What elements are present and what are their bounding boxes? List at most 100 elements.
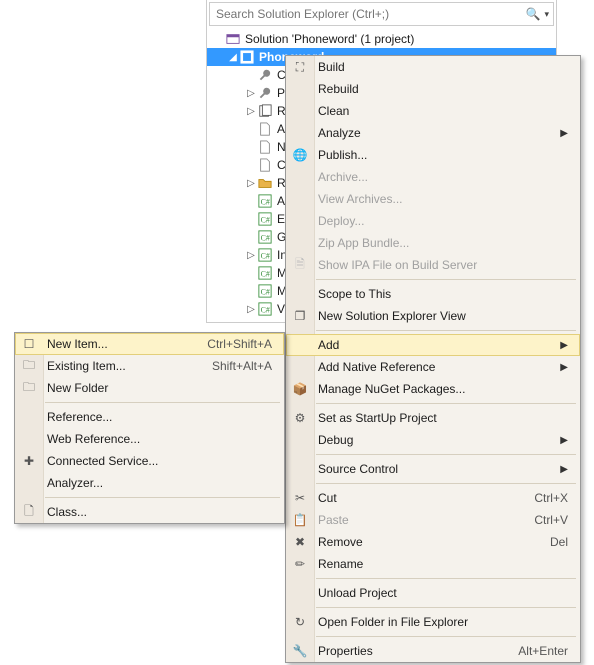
separator: [316, 403, 576, 404]
menu-label: Show IPA File on Build Server: [318, 258, 568, 272]
menu-class[interactable]: 🗋 Class...: [15, 501, 284, 523]
svg-text:C#: C#: [261, 234, 270, 243]
shortcut: Ctrl+X: [514, 491, 568, 505]
menu-connected-svc[interactable]: ✚Connected Service...: [15, 450, 284, 472]
menu-set-startup[interactable]: ⚙Set as StartUp Project: [286, 407, 580, 429]
item-icon: C#: [257, 247, 273, 263]
expand-icon[interactable]: ▷: [245, 250, 257, 261]
menu-unload-project[interactable]: Unload Project: [286, 582, 580, 604]
separator: [316, 330, 576, 331]
menu-label: Properties: [318, 644, 498, 658]
shortcut: Del: [530, 535, 568, 549]
item-icon: C#: [257, 283, 273, 299]
separator: [45, 402, 280, 403]
menu-deploy: Deploy...: [286, 210, 580, 232]
item-icon: [257, 67, 273, 83]
expand-icon[interactable]: ▷: [245, 106, 257, 117]
solution-node[interactable]: Solution 'Phoneword' (1 project): [207, 30, 556, 48]
project-icon: [239, 49, 255, 65]
menu-add-native-ref[interactable]: Add Native Reference▶: [286, 356, 580, 378]
expand-icon[interactable]: ◢: [227, 52, 239, 63]
menu-existing-item[interactable]: 🗀Existing Item...Shift+Alt+A: [15, 355, 284, 377]
menu-label: Scope to This: [318, 287, 568, 301]
separator: [316, 483, 576, 484]
new-folder-icon: 🗀: [19, 378, 39, 399]
window-icon: ❐: [290, 309, 310, 323]
menu-rename[interactable]: ✏Rename: [286, 553, 580, 575]
menu-open-folder[interactable]: ↻Open Folder in File Explorer: [286, 611, 580, 633]
menu-analyze[interactable]: Analyze▶: [286, 122, 580, 144]
menu-label: Publish...: [318, 148, 568, 162]
doc-icon: 🗎: [290, 255, 310, 276]
menu-label: Analyzer...: [47, 476, 272, 490]
menu-label: Debug: [318, 433, 552, 447]
menu-new-se-view[interactable]: ❐ New Solution Explorer View: [286, 305, 580, 327]
svg-text:C#: C#: [261, 288, 270, 297]
menu-label: Reference...: [47, 410, 272, 424]
separator: [316, 607, 576, 608]
wrench-icon: 🔧: [290, 644, 310, 658]
menu-publish[interactable]: 🌐Publish...: [286, 144, 580, 166]
item-icon: [257, 175, 273, 191]
menu-remove[interactable]: ✖RemoveDel: [286, 531, 580, 553]
menu-cut[interactable]: ✂CutCtrl+X: [286, 487, 580, 509]
menu-manage-nuget[interactable]: 📦Manage NuGet Packages...: [286, 378, 580, 400]
item-icon: [257, 103, 273, 119]
submenu-arrow-icon: ▶: [552, 435, 568, 446]
menu-new-item[interactable]: ☐New Item...Ctrl+Shift+A: [15, 333, 284, 355]
item-icon: [257, 139, 273, 155]
menu-build[interactable]: ⛶Build: [286, 56, 580, 78]
menu-source-control[interactable]: Source Control▶: [286, 458, 580, 480]
menu-new-folder[interactable]: 🗀 New Folder: [15, 377, 284, 399]
shortcut: Ctrl+Shift+A: [187, 337, 272, 351]
menu-label: Open Folder in File Explorer: [318, 615, 568, 629]
item-icon: C#: [257, 211, 273, 227]
svg-text:C#: C#: [261, 198, 270, 207]
item-icon: [257, 121, 273, 137]
menu-label: New Solution Explorer View: [318, 309, 568, 323]
menu-label: Class...: [47, 505, 272, 519]
solution-icon: [225, 31, 241, 47]
menu-label: Web Reference...: [47, 432, 272, 446]
submenu-arrow-icon: ▶: [552, 340, 568, 351]
connected-icon: ✚: [19, 454, 39, 468]
menu-archive: Archive...: [286, 166, 580, 188]
shortcut: Shift+Alt+A: [192, 359, 272, 373]
class-icon: 🗋: [19, 502, 39, 523]
menu-label: Deploy...: [318, 214, 568, 228]
menu-add[interactable]: Add▶: [286, 334, 580, 356]
menu-debug[interactable]: Debug▶: [286, 429, 580, 451]
expand-icon[interactable]: ▷: [245, 178, 257, 189]
menu-reference[interactable]: Reference...: [15, 406, 284, 428]
add-submenu: ☐New Item...Ctrl+Shift+A🗀Existing Item..…: [14, 332, 285, 524]
expand-icon[interactable]: ▷: [245, 304, 257, 315]
menu-properties[interactable]: 🔧 PropertiesAlt+Enter: [286, 640, 580, 662]
search-icon[interactable]: 🔍: [526, 7, 541, 21]
search-dropdown-icon[interactable]: ▾: [540, 9, 549, 20]
menu-label: Rebuild: [318, 82, 568, 96]
menu-label: New Folder: [47, 381, 272, 395]
menu-rebuild[interactable]: Rebuild: [286, 78, 580, 100]
menu-analyzer[interactable]: Analyzer...: [15, 472, 284, 494]
shortcut: Alt+Enter: [498, 644, 568, 658]
menu-view-archives: View Archives...: [286, 188, 580, 210]
menu-label: Add Native Reference: [318, 360, 552, 374]
search-box[interactable]: 🔍 ▾: [209, 2, 554, 26]
menu-scope-to-this[interactable]: Scope to This: [286, 283, 580, 305]
svg-text:C#: C#: [261, 306, 270, 315]
search-input[interactable]: [214, 6, 526, 22]
item-icon: C#: [257, 265, 273, 281]
menu-label: Archive...: [318, 170, 568, 184]
separator: [45, 497, 280, 498]
menu-clean[interactable]: Clean: [286, 100, 580, 122]
menu-label: Rename: [318, 557, 568, 571]
new-item-icon: ☐: [19, 337, 39, 351]
svg-text:C#: C#: [261, 252, 270, 261]
menu-label: Manage NuGet Packages...: [318, 382, 568, 396]
gear-icon: ⚙: [290, 411, 310, 425]
expand-icon[interactable]: ▷: [245, 88, 257, 99]
separator: [316, 636, 576, 637]
remove-icon: ✖: [290, 535, 310, 549]
menu-web-reference[interactable]: Web Reference...: [15, 428, 284, 450]
separator: [316, 454, 576, 455]
